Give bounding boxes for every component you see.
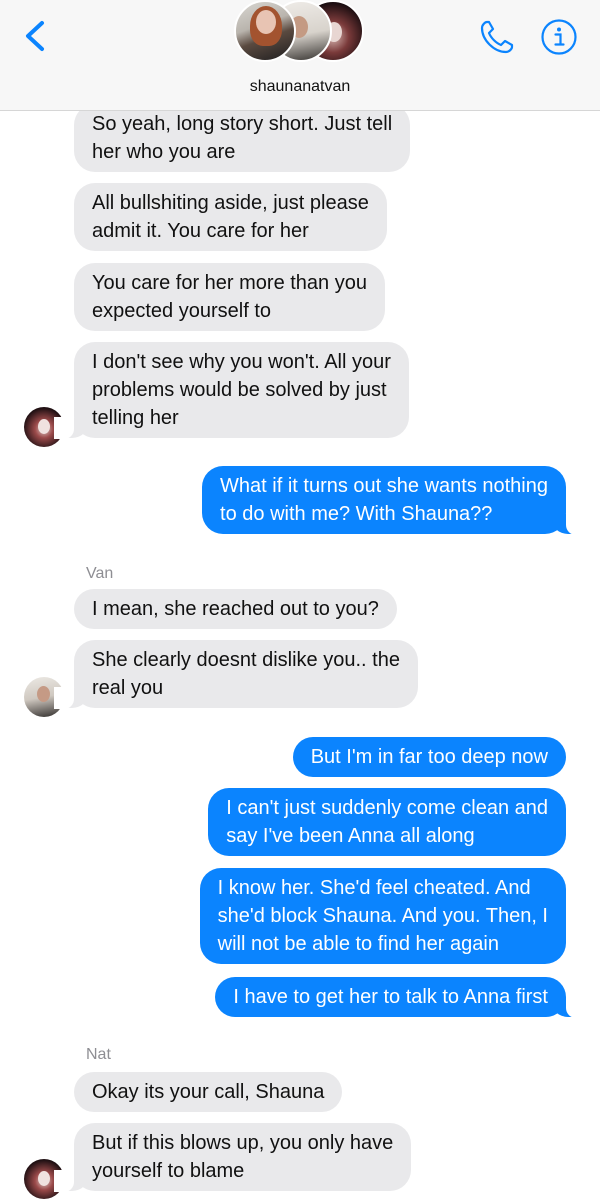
sender-name: Nat xyxy=(86,1046,111,1063)
info-button[interactable] xyxy=(540,18,578,56)
message-bubble-outgoing[interactable]: But I'm in far too deep now xyxy=(292,737,566,777)
sender-name: Van xyxy=(86,565,114,582)
call-button[interactable] xyxy=(478,18,516,56)
message-thread[interactable]: So yeah, long story short. Just tell her… xyxy=(0,111,600,1200)
back-button[interactable] xyxy=(22,20,52,52)
avatar xyxy=(234,0,296,62)
message-bubble-outgoing[interactable]: I know her. She'd feel cheated. And she'… xyxy=(199,868,566,964)
message-bubble-incoming[interactable]: Okay its your call, Shauna xyxy=(74,1072,343,1112)
message-bubble-incoming[interactable]: All bullshiting aside, just please admit… xyxy=(74,183,387,251)
message-bubble-incoming[interactable]: She clearly doesnt dislike you.. the rea… xyxy=(54,640,418,709)
chevron-left-icon xyxy=(26,21,44,51)
message-bubble-incoming[interactable]: But if this blows up, you only have your… xyxy=(53,1123,412,1192)
info-icon xyxy=(541,19,577,55)
message-bubble-outgoing[interactable]: I have to get her to talk to Anna first xyxy=(215,977,586,1018)
conversation-header: shaunanatvan xyxy=(0,0,600,111)
conversation-title[interactable]: shaunanatvan xyxy=(0,78,600,96)
message-bubble-outgoing[interactable]: What if it turns out she wants nothing t… xyxy=(202,466,586,535)
group-avatars[interactable] xyxy=(234,0,366,66)
message-bubble-outgoing[interactable]: I can't just suddenly come clean and say… xyxy=(208,788,566,856)
message-bubble-incoming[interactable]: So yeah, long story short. Just tell her… xyxy=(74,111,411,172)
phone-icon xyxy=(480,20,514,54)
message-bubble-incoming[interactable]: I don't see why you won't. All your prob… xyxy=(54,342,409,439)
message-bubble-incoming[interactable]: I mean, she reached out to you? xyxy=(74,589,397,629)
message-bubble-incoming[interactable]: You care for her more than you expected … xyxy=(74,263,385,331)
